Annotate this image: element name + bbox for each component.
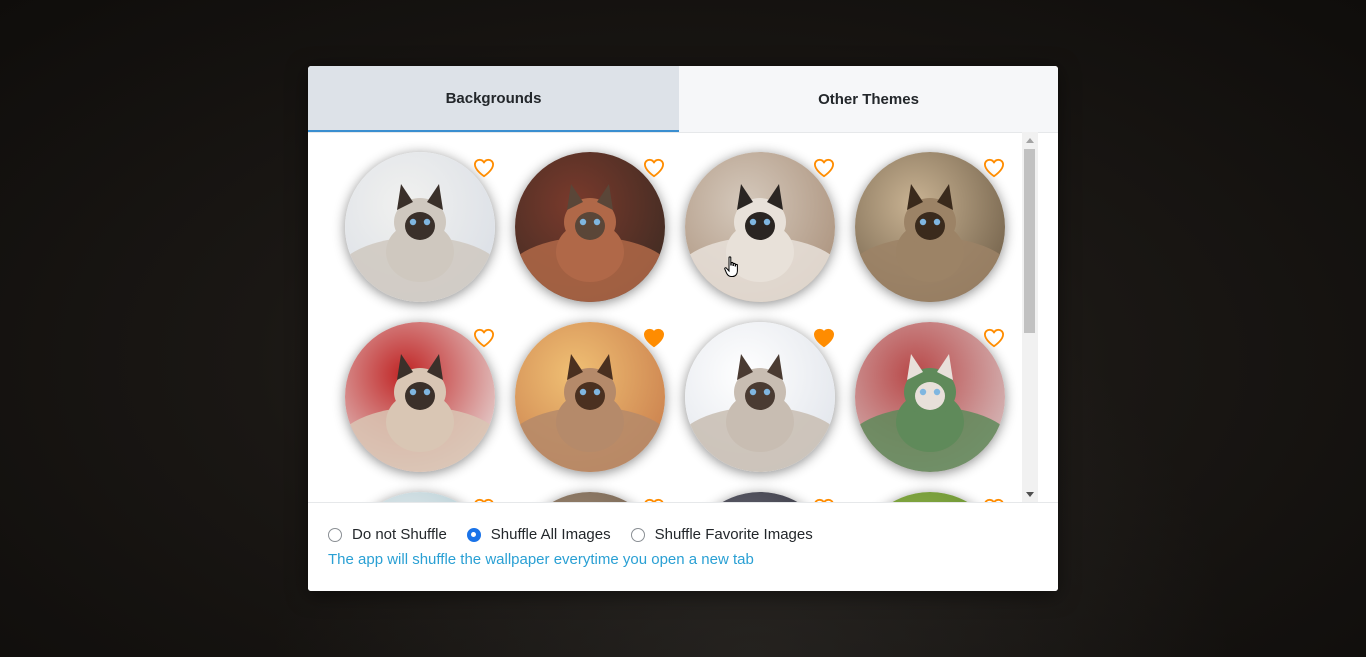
shuffle-hint-text: The app will shuffle the wallpaper every… — [328, 551, 754, 568]
radio-do-not-shuffle[interactable] — [328, 527, 342, 542]
option-shuffle-favorite-images-label: Shuffle Favorite Images — [654, 526, 813, 543]
shuffle-options: Do not Shuffle Shuffle All Images Shuffl… — [328, 526, 833, 543]
heart-outline-icon[interactable] — [813, 158, 835, 178]
radio-shuffle-favorite-images[interactable] — [630, 527, 645, 542]
option-do-not-shuffle-label: Do not Shuffle — [352, 526, 447, 543]
background-gallery — [308, 132, 1038, 502]
tab-other-themes-label: Other Themes — [818, 90, 919, 108]
theme-settings-dialog: Backgrounds Other Themes Do not Shuffle … — [308, 66, 1058, 591]
heart-filled-icon[interactable] — [813, 328, 835, 348]
scroll-up-arrow-icon[interactable] — [1022, 132, 1038, 148]
option-shuffle-all-images[interactable]: Shuffle All Images — [466, 526, 611, 543]
option-do-not-shuffle[interactable]: Do not Shuffle — [328, 526, 447, 543]
tab-other-themes[interactable]: Other Themes — [679, 66, 1058, 132]
scroll-down-arrow-icon[interactable] — [1022, 486, 1038, 502]
heart-outline-icon[interactable] — [473, 158, 495, 178]
option-shuffle-all-images-label: Shuffle All Images — [490, 526, 611, 543]
heart-outline-icon[interactable] — [473, 328, 495, 348]
radio-shuffle-all-images[interactable] — [466, 527, 481, 542]
heart-outline-icon[interactable] — [983, 158, 1005, 178]
heart-outline-icon[interactable] — [643, 158, 665, 178]
tab-backgrounds-label: Backgrounds — [445, 89, 542, 107]
scrollbar-thumb[interactable] — [1024, 149, 1035, 333]
tab-backgrounds[interactable]: Backgrounds — [308, 66, 679, 132]
option-shuffle-favorite-images[interactable]: Shuffle Favorite Images — [630, 526, 813, 543]
gallery-scrollbar[interactable] — [1022, 132, 1038, 502]
shuffle-settings: Do not Shuffle Shuffle All Images Shuffl… — [308, 502, 1058, 591]
heart-filled-icon[interactable] — [643, 328, 665, 348]
tab-bar: Backgrounds Other Themes — [308, 66, 1058, 133]
heart-outline-icon[interactable] — [983, 328, 1005, 348]
